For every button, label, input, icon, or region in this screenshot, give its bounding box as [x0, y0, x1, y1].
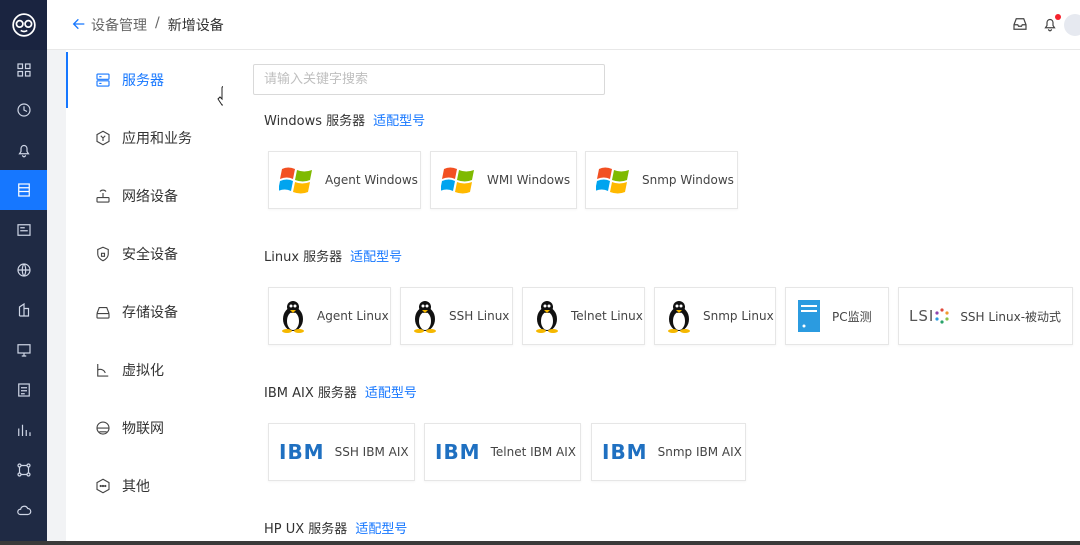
rail-monitor-icon[interactable]: [0, 330, 47, 370]
windows-logo-icon: [441, 164, 477, 196]
other-icon: [96, 478, 110, 494]
category-label: 应用和业务: [122, 131, 192, 147]
rail-device-icon[interactable]: [0, 170, 47, 210]
rail-building-icon[interactable]: [0, 290, 47, 330]
category-label: 服务器: [122, 73, 164, 89]
ibm-logo-icon: IBM: [602, 440, 648, 464]
app-icon: [96, 130, 110, 146]
linux-penguin-icon: [533, 299, 561, 333]
rail-topology-icon[interactable]: [0, 450, 47, 490]
category-other[interactable]: 其他: [66, 458, 223, 514]
compatible-models-link[interactable]: 适配型号: [365, 382, 417, 401]
windows-logo-icon: [279, 164, 315, 196]
compatible-models-link[interactable]: 适配型号: [350, 246, 402, 265]
windows-logo-icon: [596, 164, 632, 196]
category-server[interactable]: 服务器: [66, 52, 223, 108]
card-label: Snmp Windows: [642, 173, 734, 187]
notification-bell-icon[interactable]: [1041, 14, 1061, 35]
card-label: SSH Linux: [449, 309, 510, 323]
linux-penguin-icon: [279, 299, 307, 333]
card-snmp-linux[interactable]: Snmp Linux: [654, 287, 776, 345]
card-label: Agent Linux: [317, 309, 389, 323]
category-label: 物联网: [122, 421, 164, 437]
card-telnet-linux[interactable]: Telnet Linux: [522, 287, 645, 345]
card-pc-monitor[interactable]: PC监测: [785, 287, 889, 345]
category-security[interactable]: 安全设备: [66, 226, 223, 282]
card-telnet-ibm-aix[interactable]: IBM Telnet IBM AIX: [424, 423, 581, 481]
card-snmp-ibm-aix[interactable]: IBM Snmp IBM AIX: [591, 423, 746, 481]
notification-dot: [1055, 14, 1061, 20]
back-arrow-icon[interactable]: [71, 16, 89, 34]
card-label: Agent Windows: [325, 173, 418, 187]
nav-rail: [0, 0, 47, 545]
section-title-hp-ux: HP UX 服务器 适配型号: [264, 518, 407, 537]
breadcrumb-separator: /: [155, 15, 160, 31]
card-snmp-windows[interactable]: Snmp Windows: [585, 151, 738, 209]
top-header: 设备管理 / 新增设备: [47, 0, 1080, 50]
ibm-logo-icon: IBM: [279, 440, 325, 464]
card-label: SSH Linux-被动式: [960, 309, 1062, 324]
card-ssh-linux[interactable]: SSH Linux: [400, 287, 513, 345]
section-title-linux: Linux 服务器 适配型号: [264, 246, 402, 265]
breadcrumb-current: 新增设备: [167, 18, 224, 34]
card-wmi-windows[interactable]: WMI Windows: [430, 151, 577, 209]
app-logo-icon: [0, 0, 47, 50]
card-ssh-linux-passive[interactable]: LSI SSH Linux-被动式: [898, 287, 1073, 345]
rail-globe-icon[interactable]: [0, 250, 47, 290]
category-label: 虚拟化: [122, 363, 164, 379]
compatible-models-link[interactable]: 适配型号: [355, 518, 407, 537]
rail-dashboard-icon[interactable]: [0, 50, 47, 90]
shield-icon: [97, 246, 109, 262]
virtual-icon: [97, 364, 109, 377]
category-label: 网络设备: [122, 189, 178, 205]
card-label: Snmp Linux: [703, 309, 774, 323]
lsi-logo-icon: LSI: [909, 307, 950, 325]
rail-cloud-icon[interactable]: [0, 490, 47, 530]
card-label: WMI Windows: [487, 173, 571, 187]
router-icon: [96, 189, 110, 203]
card-agent-windows[interactable]: Agent Windows: [268, 151, 421, 209]
iot-icon: [96, 421, 110, 435]
section-title-windows: Windows 服务器 适配型号: [264, 110, 425, 129]
card-label: SSH IBM AIX: [334, 445, 409, 459]
compatible-models-link[interactable]: 适配型号: [373, 110, 425, 129]
pc-tower-icon: [796, 299, 822, 333]
breadcrumb: 设备管理 / 新增设备: [91, 15, 224, 35]
card-agent-linux[interactable]: Agent Linux: [268, 287, 391, 345]
rail-chart-icon[interactable]: [0, 410, 47, 450]
inbox-icon[interactable]: [1011, 15, 1031, 35]
category-panel: 服务器 应用和业务 网络设备 安全设备 存储设备 虚拟化 物联网 其他: [66, 50, 223, 545]
category-virtualization[interactable]: 虚拟化: [66, 342, 223, 398]
avatar[interactable]: [1064, 14, 1080, 36]
linux-penguin-icon: [665, 299, 693, 333]
card-ssh-ibm-aix[interactable]: IBM SSH IBM AIX: [268, 423, 415, 481]
section-title-ibm-aix: IBM AIX 服务器 适配型号: [264, 382, 417, 401]
server-icon: [96, 73, 110, 87]
category-iot[interactable]: 物联网: [66, 400, 223, 456]
card-label: Telnet IBM AIX: [490, 445, 577, 459]
rail-list-icon[interactable]: [0, 210, 47, 250]
device-type-content: Windows 服务器 适配型号 Agent Windows WMI Windo…: [223, 50, 1080, 545]
category-app-business[interactable]: 应用和业务: [66, 110, 223, 166]
search-input[interactable]: [253, 64, 605, 95]
card-label: PC监测: [832, 309, 872, 324]
ibm-logo-icon: IBM: [435, 440, 481, 464]
category-label: 安全设备: [122, 247, 178, 263]
rail-bell-icon[interactable]: [0, 130, 47, 170]
category-storage[interactable]: 存储设备: [66, 284, 223, 340]
rail-report-icon[interactable]: [0, 370, 47, 410]
category-network[interactable]: 网络设备: [66, 168, 223, 224]
bottom-bar: [0, 541, 1080, 545]
category-label: 存储设备: [122, 305, 178, 321]
card-label: Telnet Linux: [571, 309, 643, 323]
card-label: Snmp IBM AIX: [657, 445, 742, 459]
storage-icon: [96, 306, 110, 319]
breadcrumb-device-management[interactable]: 设备管理: [91, 15, 147, 35]
category-label: 其他: [122, 479, 150, 495]
linux-penguin-icon: [411, 299, 439, 333]
rail-clock-icon[interactable]: [0, 90, 47, 130]
